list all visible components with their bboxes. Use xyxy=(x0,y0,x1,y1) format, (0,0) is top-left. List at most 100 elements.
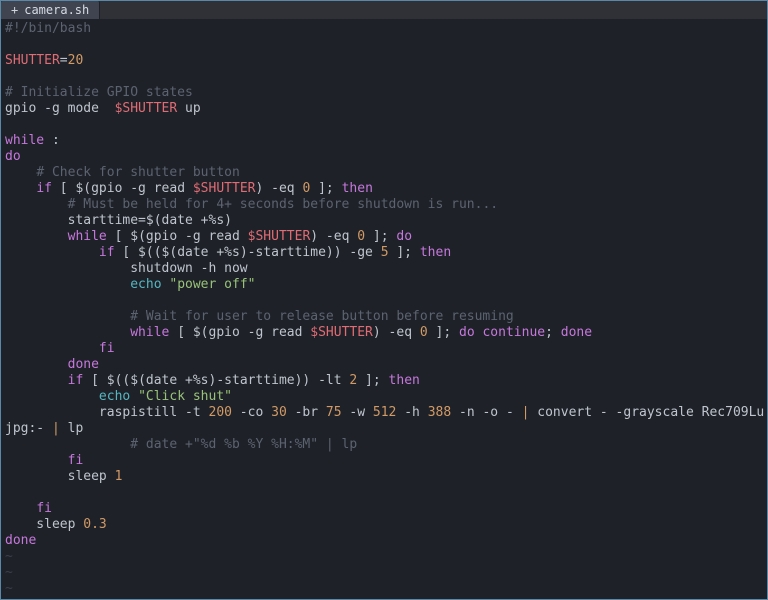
code-token: -co xyxy=(232,405,271,420)
code-token xyxy=(5,197,68,212)
code-token: then xyxy=(389,373,420,388)
code-editor[interactable]: #!/bin/bash SHUTTER=20 # Initialize GPIO… xyxy=(1,19,767,599)
code-line xyxy=(5,69,763,85)
code-line: done xyxy=(5,533,763,549)
code-line: while [ $(gpio -g read $SHUTTER) -eq 0 ]… xyxy=(5,325,763,341)
code-token: 5 xyxy=(381,245,389,260)
code-token: -br xyxy=(287,405,326,420)
code-token: convert - -grayscale Rec709Lu xyxy=(529,405,764,420)
code-token xyxy=(5,309,130,324)
code-token: $SHUTTER xyxy=(115,101,178,116)
code-token: while xyxy=(68,229,107,244)
code-token: ) -eq xyxy=(310,229,357,244)
code-token: then xyxy=(342,181,373,196)
code-token: ) -eq xyxy=(255,181,302,196)
code-token: raspistill -t xyxy=(5,405,209,420)
code-token: $SHUTTER xyxy=(248,229,311,244)
code-line: starttime=$(date +%s) xyxy=(5,213,763,229)
code-token: [ $(gpio -g read xyxy=(169,325,310,340)
code-line: # Check for shutter button xyxy=(5,165,763,181)
code-token: 20 xyxy=(68,53,84,68)
code-line: while [ $(gpio -g read $SHUTTER) -eq 0 ]… xyxy=(5,229,763,245)
code-token xyxy=(5,229,68,244)
code-line xyxy=(5,485,763,501)
code-token: if xyxy=(36,181,52,196)
code-token: echo xyxy=(99,389,130,404)
code-token xyxy=(5,389,99,404)
code-line: if [ $(gpio -g read $SHUTTER) -eq 0 ]; t… xyxy=(5,181,763,197)
code-token xyxy=(5,165,36,180)
code-token: # Check for shutter button xyxy=(36,165,240,180)
code-token: %s xyxy=(193,373,209,388)
code-token: sleep xyxy=(5,469,115,484)
code-token: # date +"%d %b %Y %H:%M" | lp xyxy=(130,437,357,452)
code-token: 1 xyxy=(115,469,123,484)
code-line: # Initialize GPIO states xyxy=(5,85,763,101)
code-token: # Must be held for 4+ seconds before shu… xyxy=(68,197,498,212)
tab-bar: + camera.sh xyxy=(1,1,767,19)
code-line: sleep 1 xyxy=(5,469,763,485)
code-token xyxy=(5,277,130,292)
code-token: done xyxy=(561,325,592,340)
code-line: ~ xyxy=(5,565,763,581)
code-token: lp xyxy=(60,421,83,436)
plus-icon: + xyxy=(11,2,18,18)
code-token xyxy=(5,245,99,260)
code-token: = xyxy=(60,53,68,68)
tab-filename: camera.sh xyxy=(24,2,89,18)
file-tab[interactable]: + camera.sh xyxy=(1,1,100,19)
code-token: %s xyxy=(209,213,225,228)
code-token: ~ xyxy=(5,549,13,564)
code-token: 0 xyxy=(357,229,365,244)
code-line: jpg:- | lp xyxy=(5,421,763,437)
code-line: gpio -g mode $SHUTTER up xyxy=(5,101,763,117)
code-token: 388 xyxy=(428,405,451,420)
code-line: ~ xyxy=(5,549,763,565)
code-token: [ $(($(date + xyxy=(83,373,193,388)
code-token: [ $(($(date + xyxy=(115,245,225,260)
code-token: 0.3 xyxy=(83,517,106,532)
code-token: [ $(gpio -g read xyxy=(107,229,248,244)
code-token: "Click shut" xyxy=(138,389,232,404)
editor-window: + camera.sh #!/bin/bash SHUTTER=20 # Ini… xyxy=(0,0,768,600)
code-token: [ $(gpio -g read xyxy=(52,181,193,196)
code-token: 0 xyxy=(420,325,428,340)
code-line: SHUTTER=20 xyxy=(5,53,763,69)
code-token: $SHUTTER xyxy=(310,325,373,340)
code-token: ]; xyxy=(428,325,459,340)
code-line: echo "power off" xyxy=(5,277,763,293)
code-token: 30 xyxy=(271,405,287,420)
code-token: sleep xyxy=(5,517,83,532)
code-line: while : xyxy=(5,133,763,149)
code-token: ]; xyxy=(365,229,396,244)
code-token: up xyxy=(177,101,200,116)
code-token xyxy=(5,325,130,340)
code-token xyxy=(5,373,68,388)
code-token: gpio -g mode xyxy=(5,101,115,116)
code-line: ~ xyxy=(5,581,763,597)
code-token: do xyxy=(396,229,412,244)
code-token xyxy=(5,181,36,196)
code-token xyxy=(5,341,99,356)
code-token: 75 xyxy=(326,405,342,420)
code-token: -h xyxy=(396,405,427,420)
code-token: starttime=$(date + xyxy=(5,213,209,228)
code-token: %s xyxy=(224,245,240,260)
code-token: fi xyxy=(68,453,84,468)
code-token: -w xyxy=(342,405,373,420)
code-line: done xyxy=(5,357,763,373)
code-token: #!/bin/bash xyxy=(5,21,91,36)
code-line: fi xyxy=(5,501,763,517)
code-token: ]; xyxy=(357,373,388,388)
code-line: fi xyxy=(5,341,763,357)
code-token: ) xyxy=(224,213,232,228)
code-token: : xyxy=(44,133,60,148)
code-token: then xyxy=(420,245,451,260)
code-token: # Wait for user to release button before… xyxy=(130,309,514,324)
code-token: 200 xyxy=(209,405,232,420)
code-token: jpg:- xyxy=(5,421,52,436)
code-line: raspistill -t 200 -co 30 -br 75 -w 512 -… xyxy=(5,405,763,421)
code-line xyxy=(5,37,763,53)
code-line: sleep 0.3 xyxy=(5,517,763,533)
code-token: )-starttime)) -ge xyxy=(240,245,381,260)
